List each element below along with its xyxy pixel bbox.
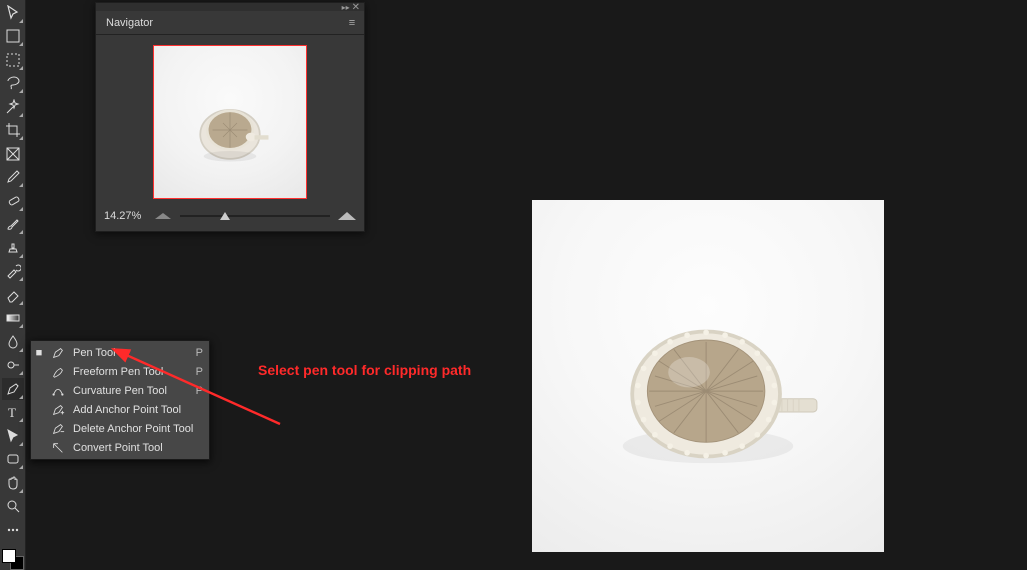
ring-thumbnail-image	[185, 95, 275, 165]
flyout-label: Pen Tool	[73, 347, 190, 359]
flyout-label: Convert Point Tool	[73, 442, 197, 454]
eraser-tool[interactable]	[2, 284, 24, 306]
frame-tool[interactable]	[2, 143, 24, 165]
flyout-add-anchor-tool[interactable]: Add Anchor Point Tool	[31, 400, 209, 419]
gradient-tool[interactable]	[2, 308, 24, 330]
zoom-slider-thumb[interactable]	[220, 212, 230, 220]
panel-menu-icon[interactable]: ≡	[340, 17, 364, 29]
lasso-tool[interactable]	[2, 73, 24, 95]
pen-tool[interactable]	[2, 378, 24, 400]
convert-point-icon	[49, 441, 67, 455]
collapse-icon[interactable]: ▸▸	[342, 3, 350, 12]
flyout-shortcut: P	[196, 366, 203, 378]
flyout-curvature-pen-tool[interactable]: Curvature Pen Tool P	[31, 381, 209, 400]
add-anchor-icon	[49, 403, 67, 417]
pen-icon	[49, 346, 67, 360]
selected-mark-icon: ■	[35, 347, 43, 359]
close-icon[interactable]: ✕	[352, 2, 360, 13]
zoom-in-icon[interactable]	[338, 210, 356, 222]
zoom-out-icon[interactable]	[154, 210, 172, 222]
color-swatches[interactable]	[2, 549, 24, 570]
document-canvas[interactable]	[532, 200, 884, 552]
delete-anchor-icon	[49, 422, 67, 436]
eyedropper-tool[interactable]	[2, 167, 24, 189]
annotation-text: Select pen tool for clipping path	[258, 362, 471, 378]
zoom-tool[interactable]	[2, 496, 24, 518]
flyout-shortcut: P	[196, 347, 203, 359]
flyout-label: Freeform Pen Tool	[73, 366, 190, 378]
navigator-tab[interactable]: Navigator	[96, 13, 163, 33]
frame-icon	[5, 146, 21, 162]
healing-tool[interactable]	[2, 190, 24, 212]
navigator-panel: ▸▸ ✕ Navigator ≡ 14.27%	[95, 2, 365, 232]
flyout-convert-point-tool[interactable]: Convert Point Tool	[31, 438, 209, 457]
crop-tool[interactable]	[2, 120, 24, 142]
freeform-pen-icon	[49, 365, 67, 379]
marquee-tool[interactable]	[2, 49, 24, 71]
fg-color-swatch[interactable]	[2, 549, 16, 563]
navigator-thumbnail[interactable]	[153, 45, 307, 199]
ring-image	[593, 304, 823, 484]
pen-tool-flyout: ■ Pen Tool P Freeform Pen Tool P Curvatu…	[30, 340, 210, 460]
flyout-freeform-pen-tool[interactable]: Freeform Pen Tool P	[31, 362, 209, 381]
panel-header: ▸▸ ✕	[96, 3, 364, 11]
move-tool[interactable]	[2, 2, 24, 24]
path-select-tool[interactable]	[2, 425, 24, 447]
brush-tool[interactable]	[2, 214, 24, 236]
flyout-shortcut: P	[196, 385, 203, 397]
edit-toolbar[interactable]	[2, 519, 24, 541]
flyout-label: Delete Anchor Point Tool	[73, 423, 197, 435]
type-tool[interactable]: T	[2, 402, 24, 424]
hand-tool[interactable]	[2, 472, 24, 494]
flyout-pen-tool[interactable]: ■ Pen Tool P	[31, 343, 209, 362]
zoom-slider[interactable]	[180, 209, 330, 223]
zoom-icon	[5, 498, 21, 514]
flyout-delete-anchor-tool[interactable]: Delete Anchor Point Tool	[31, 419, 209, 438]
toolbar: T	[0, 0, 26, 570]
clone-stamp-tool[interactable]	[2, 237, 24, 259]
artboard-tool[interactable]	[2, 26, 24, 48]
curvature-pen-icon	[49, 384, 67, 398]
quick-select-tool[interactable]	[2, 96, 24, 118]
history-brush-tool[interactable]	[2, 261, 24, 283]
flyout-label: Curvature Pen Tool	[73, 385, 190, 397]
shape-tool[interactable]	[2, 449, 24, 471]
flyout-label: Add Anchor Point Tool	[73, 404, 197, 416]
blur-tool[interactable]	[2, 331, 24, 353]
zoom-value[interactable]: 14.27%	[104, 210, 146, 222]
svg-text:T: T	[8, 405, 16, 420]
dodge-tool[interactable]	[2, 355, 24, 377]
edit-toolbar-icon	[5, 522, 21, 538]
